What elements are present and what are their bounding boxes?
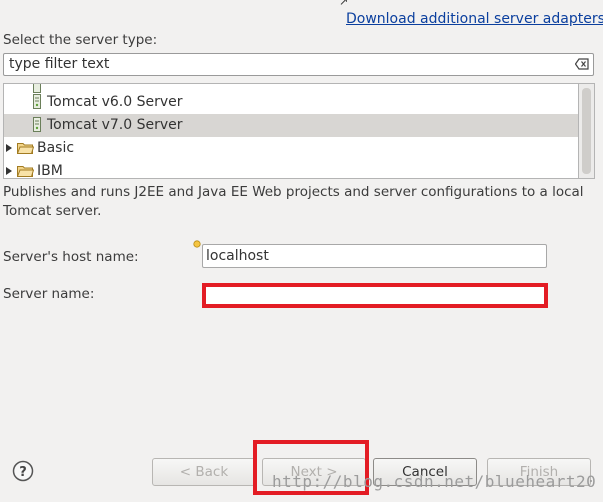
folder-icon <box>17 143 34 154</box>
server-icon <box>33 117 41 132</box>
tree-item-label: Tomcat v7.0 Server <box>47 117 183 133</box>
tree-item-label: Basic <box>37 140 75 156</box>
watermark-text: http://blog.csdn.net/blueheart20 <box>272 472 597 491</box>
tree-scrollbar[interactable] <box>579 83 595 179</box>
server-icon <box>33 94 41 109</box>
svg-text:?: ? <box>19 465 27 480</box>
tree-row-basic[interactable]: Basic <box>4 137 578 160</box>
help-icon[interactable]: ? <box>12 460 34 482</box>
cursor-arrow-icon: ↗ <box>339 0 349 8</box>
folder-icon <box>17 166 34 177</box>
expand-arrow-icon[interactable] <box>6 167 13 175</box>
server-name-label: Server name: <box>3 286 95 302</box>
server-name-input[interactable] <box>202 283 548 308</box>
server-type-label: Select the server type: <box>3 32 158 48</box>
clear-filter-icon[interactable] <box>575 58 589 70</box>
tree-row-ibm[interactable]: IBM <box>4 160 578 179</box>
tree-item-label: IBM <box>37 163 63 179</box>
download-adapters-link[interactable]: Download additional server adapters <box>346 11 603 27</box>
server-type-tree[interactable]: Tomcat v6.0 Server Tomcat v7.0 Server Ba… <box>3 83 579 179</box>
host-name-input[interactable]: localhost <box>202 244 547 268</box>
tree-item-label: Tomcat v6.0 Server <box>47 94 183 110</box>
server-description: Publishes and runs J2EE and Java EE Web … <box>3 184 584 219</box>
filter-input-text: type filter text <box>9 56 110 72</box>
back-button[interactable]: < Back <box>152 458 256 486</box>
filter-input[interactable]: type filter text <box>3 53 594 76</box>
host-name-label: Server's host name: <box>3 249 139 265</box>
scrollbar-thumb[interactable] <box>582 88 591 174</box>
tree-row-tomcat-7[interactable]: Tomcat v7.0 Server <box>4 114 578 137</box>
tree-row-tomcat-6[interactable]: Tomcat v6.0 Server <box>4 91 578 114</box>
content-assist-icon <box>193 240 201 248</box>
expand-arrow-icon[interactable] <box>6 144 13 152</box>
